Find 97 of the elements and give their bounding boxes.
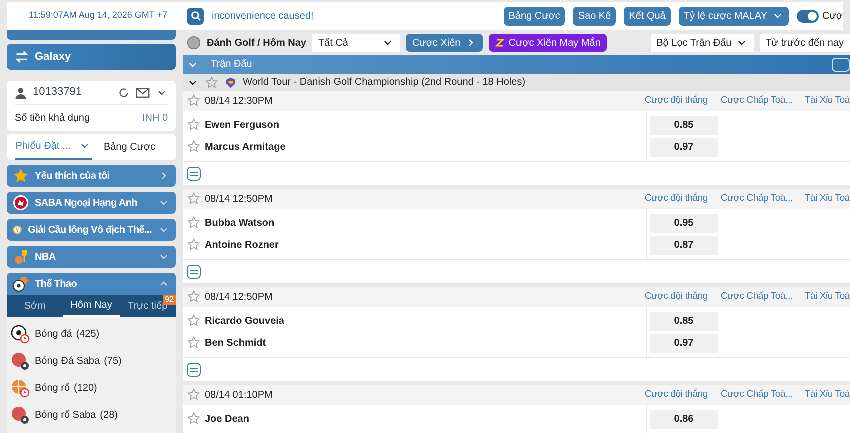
star-icon[interactable]: [187, 238, 201, 252]
player-name: Ewen Ferguson: [205, 118, 280, 132]
search-icon: [190, 11, 200, 21]
balance-label: Số tiền khả dụng: [15, 112, 92, 126]
sport-item[interactable]: Bóng đá (425): [7, 321, 176, 348]
match-time: 08/14 12:30PM: [205, 94, 274, 108]
live-count-badge: 92: [163, 295, 176, 305]
star-icon[interactable]: [187, 412, 201, 426]
odds-button[interactable]: 0.97: [650, 138, 718, 156]
soccer-ball-icon: [11, 324, 31, 344]
column-heading: Cược Chấp Toà...: [720, 388, 794, 402]
nav-button[interactable]: Sao Kê: [573, 6, 616, 26]
star-icon[interactable]: [187, 216, 201, 230]
balance-value: INH 0: [142, 112, 168, 126]
star-icon[interactable]: [187, 118, 201, 132]
odds-dropdown[interactable]: Tỷ lệ cược MALAY: [678, 6, 789, 26]
star-icon[interactable]: [187, 388, 201, 402]
star-icon[interactable]: [187, 290, 201, 304]
league-name: World Tour - Danish Golf Championship (2nd Round - 18 Holes): [243, 76, 526, 90]
stats-icon[interactable]: [187, 166, 201, 180]
odds-button[interactable]: 0.85: [650, 312, 718, 330]
clock-text: 11:59:07AM Aug 14, 2026 GMT +7: [29, 9, 169, 22]
match-time: 08/14 12:50PM: [205, 192, 274, 206]
sidebar-menu-item[interactable]: Yêu thích của tôi: [7, 165, 176, 187]
lucky-parlay-button[interactable]: Cược Xiên May Mắn: [488, 34, 607, 52]
column-heading: Cược đội thắng: [644, 388, 709, 402]
user-id: 10133791: [33, 85, 83, 100]
lion-badge-icon: [13, 195, 29, 211]
ball-badge-icon: [11, 352, 31, 372]
sidebar-menu-item[interactable]: Giải Cầu lông Vô địch Thế...: [7, 219, 176, 241]
player-name: Antoine Rozner: [205, 238, 279, 252]
sidebar-menu-item[interactable]: NBA: [7, 246, 176, 268]
ball-badge-icon: [11, 406, 31, 426]
filter-dropdown[interactable]: Tất Cả: [312, 34, 400, 52]
sidebar-menu-item[interactable]: Thể Thao: [7, 273, 176, 295]
column-heading: Cược đội thắng: [644, 290, 709, 304]
match-filter-dropdown[interactable]: Bộ Lọc Trận Đấu: [650, 34, 754, 52]
odds-button[interactable]: 0.86: [650, 410, 718, 428]
golf-ball-icon: [187, 36, 201, 50]
swap-icon: [15, 50, 29, 64]
column-heading: Cược đội thắng: [644, 192, 709, 206]
match-time: 08/14 01:10PM: [205, 388, 274, 402]
column-heading: Cược đội thắng: [644, 94, 709, 108]
player-name: Ricardo Gouveia: [205, 314, 284, 328]
sport-item[interactable]: Bóng rổ (120): [7, 375, 176, 402]
refresh-icon[interactable]: [118, 86, 130, 98]
mail-icon[interactable]: [136, 86, 150, 98]
player-name: Bubba Watson: [205, 216, 275, 230]
search-button[interactable]: [187, 8, 204, 24]
sort-dropdown[interactable]: Từ trước đến nay: [760, 34, 850, 52]
nav-button[interactable]: Kết Quả: [624, 6, 671, 26]
odds-button[interactable]: 0.87: [650, 236, 718, 254]
odds-button[interactable]: 0.97: [650, 334, 718, 352]
balls-icon: [13, 276, 29, 292]
news-ticker: inconvenience caused!: [212, 10, 315, 24]
toggle-label: Cượ: [822, 10, 843, 24]
star-icon[interactable]: [187, 140, 201, 154]
column-heading: Cược Chấp Toà...: [720, 192, 794, 206]
basketball-icon: [11, 378, 31, 398]
star-icon[interactable]: [205, 76, 219, 90]
column-heading: Tài Xỉu Toà: [804, 388, 850, 402]
nav-button[interactable]: Bảng Cược: [504, 6, 566, 26]
shield-icon: [225, 76, 237, 89]
star-icon[interactable]: [187, 336, 201, 350]
sidebar-menu-item[interactable]: SABA Ngoại Hạng Anh: [7, 192, 176, 214]
table-header-bar: Trận Đấu: [183, 55, 850, 74]
stats-icon[interactable]: [187, 264, 201, 278]
player-name: Joe Dean: [205, 412, 250, 426]
league-row[interactable]: World Tour - Danish Golf Championship (2nd Round - 18 Holes): [183, 74, 850, 91]
column-heading: Tài Xỉu Toà: [804, 192, 850, 206]
match-time: 08/14 12:50PM: [205, 290, 274, 304]
star-icon: [13, 168, 29, 184]
page-title: Đánh Golf / Hôm Nay: [207, 36, 306, 50]
player-name: Marcus Armitage: [205, 140, 286, 154]
column-heading: Tài Xỉu Toà: [804, 94, 850, 108]
column-heading: Cược Chấp Toà...: [720, 94, 794, 108]
odds-button[interactable]: 0.95: [650, 214, 718, 232]
period-tab[interactable]: Sớm: [7, 295, 64, 317]
parlay-button[interactable]: Cược Xiên: [406, 34, 483, 52]
slip-tab[interactable]: Bảng Cược: [92, 134, 168, 160]
star-icon[interactable]: [187, 94, 201, 108]
column-heading: Cược Chấp Toà...: [720, 290, 794, 304]
star-icon[interactable]: [187, 314, 201, 328]
zigzag-icon: [494, 38, 505, 48]
sort-toggle-icon[interactable]: [832, 58, 850, 72]
galaxy-banner[interactable]: Galaxy: [7, 44, 176, 70]
column-heading: Tài Xỉu Toà: [804, 290, 850, 304]
trophy-icon: [13, 249, 29, 265]
user-icon: [15, 86, 27, 98]
sport-item[interactable]: Bóng Đá Saba (75): [7, 348, 176, 375]
slip-tab[interactable]: Phiếu Đặt ...: [15, 134, 92, 160]
player-name: Ben Schmidt: [205, 336, 266, 350]
toggle-switch[interactable]: [796, 10, 819, 22]
sport-item[interactable]: Bóng rổ Saba (28): [7, 402, 176, 429]
star-icon[interactable]: [187, 192, 201, 206]
odds-button[interactable]: 0.85: [650, 116, 718, 134]
stats-icon[interactable]: [187, 362, 201, 376]
